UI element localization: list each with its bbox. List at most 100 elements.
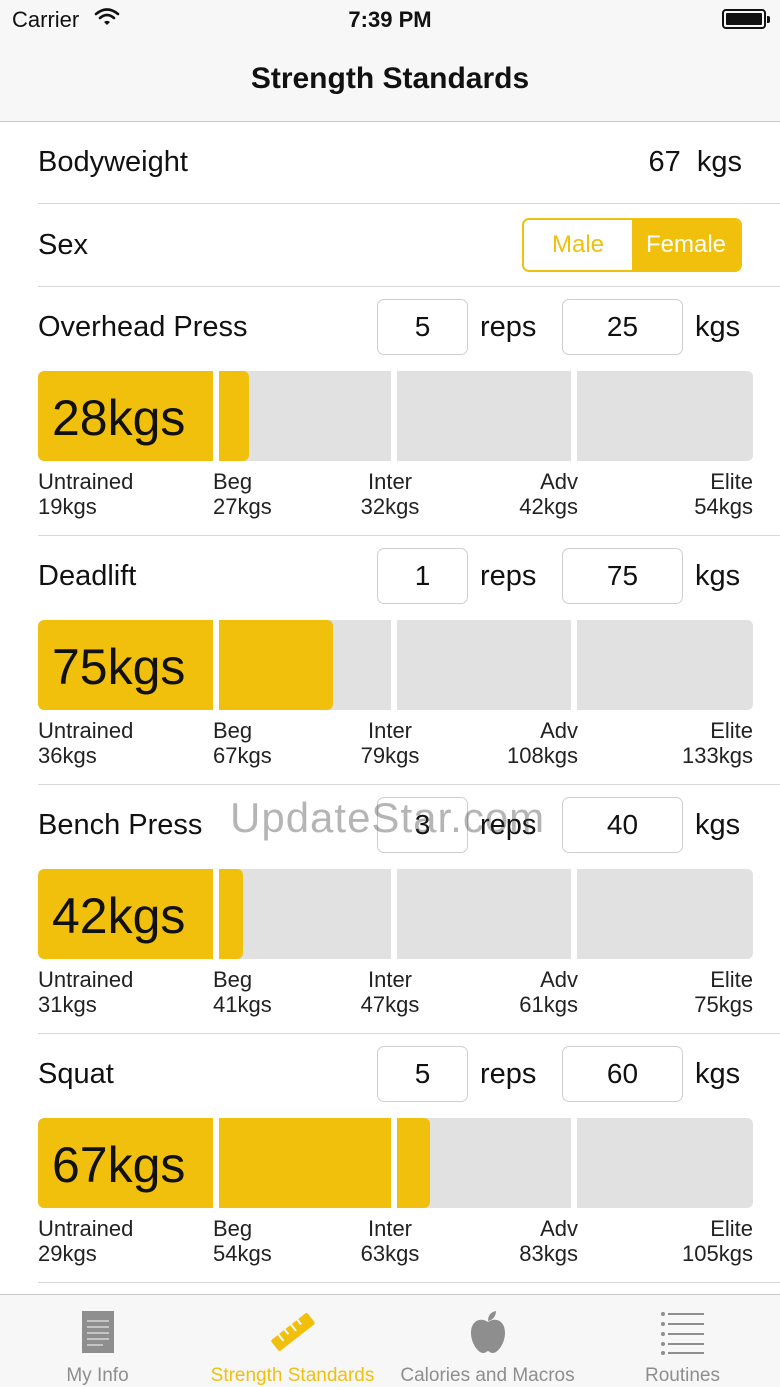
battery-icon xyxy=(722,9,770,29)
estimated-max-label: 42kgs xyxy=(52,888,186,944)
level-inter: Inter 63kgs xyxy=(330,1216,450,1266)
level-value: 83kgs xyxy=(519,1241,578,1266)
level-value: 54kgs xyxy=(694,494,753,519)
reps-input[interactable]: 5 xyxy=(377,1046,468,1102)
level-beg: Beg 54kgs xyxy=(213,1216,272,1266)
level-name: Inter xyxy=(367,967,413,992)
strength-standards-list[interactable]: Bodyweight 67 kgs Sex Male Female Overhe… xyxy=(0,122,780,1294)
weight-input[interactable]: 60 xyxy=(562,1046,683,1102)
level-name: Untrained xyxy=(38,718,134,743)
level-untrained: Untrained 19kgs xyxy=(38,469,133,519)
level-inter: Inter 47kgs xyxy=(330,967,450,1017)
reps-input[interactable]: 3 xyxy=(377,797,468,853)
divider xyxy=(38,784,780,785)
level-divider xyxy=(213,869,219,959)
level-name: Adv xyxy=(540,469,578,494)
weight-input[interactable]: 40 xyxy=(562,797,683,853)
level-divider xyxy=(571,620,577,710)
level-name: Inter xyxy=(367,1216,413,1241)
divider xyxy=(38,535,780,536)
level-name: Elite xyxy=(710,967,753,992)
level-untrained: Untrained 36kgs xyxy=(38,718,133,768)
level-name: Beg xyxy=(213,1216,253,1241)
tab-bar: My Info Strength Standards Calories and … xyxy=(0,1294,780,1387)
tab-routines[interactable]: Routines xyxy=(585,1295,780,1387)
level-value: 54kgs xyxy=(213,1241,272,1266)
tab-strength-standards[interactable]: Strength Standards xyxy=(195,1295,390,1387)
level-divider xyxy=(213,620,219,710)
bodyweight-value[interactable]: 67 kgs xyxy=(648,146,742,179)
estimated-max-label: 28kgs xyxy=(52,390,186,446)
navigation-bar: Strength Standards xyxy=(0,40,780,122)
level-value: 32kgs xyxy=(360,494,420,519)
level-name: Adv xyxy=(540,1216,578,1241)
bodyweight-row[interactable]: Bodyweight 67 kgs xyxy=(0,122,780,204)
level-divider xyxy=(571,869,577,959)
level-name: Inter xyxy=(367,718,413,743)
tab-label: Routines xyxy=(645,1365,720,1386)
reps-unit-label: reps xyxy=(480,311,537,343)
document-icon xyxy=(81,1311,114,1353)
level-value: 29kgs xyxy=(38,1241,97,1266)
level-divider xyxy=(391,869,397,959)
level-divider xyxy=(391,371,397,461)
level-name: Untrained xyxy=(38,469,134,494)
sex-label: Sex xyxy=(38,229,88,261)
exercise-name: Squat xyxy=(38,1058,114,1090)
level-beg: Beg 41kgs xyxy=(213,967,272,1017)
level-name: Elite xyxy=(710,1216,753,1241)
sex-row: Sex Male Female xyxy=(0,204,780,287)
level-name: Untrained xyxy=(38,967,134,992)
level-value: 31kgs xyxy=(38,992,97,1017)
ruler-icon xyxy=(270,1313,315,1351)
level-divider xyxy=(213,371,219,461)
level-divider xyxy=(571,1118,577,1208)
level-value: 79kgs xyxy=(360,743,420,768)
weight-input[interactable]: 25 xyxy=(562,299,683,355)
strength-level-bar: 42kgs xyxy=(38,869,753,959)
level-beg: Beg 27kgs xyxy=(213,469,272,519)
level-name: Inter xyxy=(367,469,413,494)
tab-label: Strength Standards xyxy=(210,1365,375,1386)
level-inter: Inter 79kgs xyxy=(330,718,450,768)
level-adv: Adv 61kgs xyxy=(468,967,578,1017)
level-name: Adv xyxy=(540,718,578,743)
tab-calories-and-macros[interactable]: Calories and Macros xyxy=(390,1295,585,1387)
reps-unit-label: reps xyxy=(480,1058,537,1090)
level-value: 41kgs xyxy=(213,992,272,1017)
exercise-name: Overhead Press xyxy=(38,311,248,343)
level-value: 36kgs xyxy=(38,743,97,768)
sex-option-female[interactable]: Female xyxy=(632,220,740,270)
level-value: 42kgs xyxy=(519,494,578,519)
tab-label: My Info xyxy=(66,1365,129,1386)
level-elite: Elite 105kgs xyxy=(620,1216,753,1266)
level-name: Beg xyxy=(213,967,253,992)
level-elite: Elite 133kgs xyxy=(620,718,753,768)
level-beg: Beg 67kgs xyxy=(213,718,272,768)
level-adv: Adv 83kgs xyxy=(468,1216,578,1266)
tab-label: Calories and Macros xyxy=(400,1365,575,1386)
reps-input[interactable]: 5 xyxy=(377,299,468,355)
weight-unit-label: kgs xyxy=(695,1058,741,1090)
reps-unit-label: reps xyxy=(480,809,537,841)
level-value: 67kgs xyxy=(213,743,272,768)
level-value: 108kgs xyxy=(507,743,578,768)
level-divider xyxy=(391,1118,397,1208)
reps-input[interactable]: 1 xyxy=(377,548,468,604)
exercise-name: Deadlift xyxy=(38,560,137,592)
divider xyxy=(38,1282,780,1283)
tab-my-info[interactable]: My Info xyxy=(0,1295,195,1387)
strength-level-bar: 75kgs xyxy=(38,620,753,710)
weight-unit-label: kgs xyxy=(695,560,741,592)
estimated-max-label: 75kgs xyxy=(52,639,186,695)
weight-input[interactable]: 75 xyxy=(562,548,683,604)
sex-segmented-control[interactable]: Male Female xyxy=(522,218,742,272)
level-value: 19kgs xyxy=(38,494,97,519)
estimated-max-label: 67kgs xyxy=(52,1137,186,1193)
level-value: 105kgs xyxy=(682,1241,753,1266)
level-name: Elite xyxy=(710,718,753,743)
page-title: Strength Standards xyxy=(250,62,530,95)
sex-option-male[interactable]: Male xyxy=(524,220,632,270)
level-divider xyxy=(391,620,397,710)
bodyweight-label: Bodyweight xyxy=(38,146,188,178)
